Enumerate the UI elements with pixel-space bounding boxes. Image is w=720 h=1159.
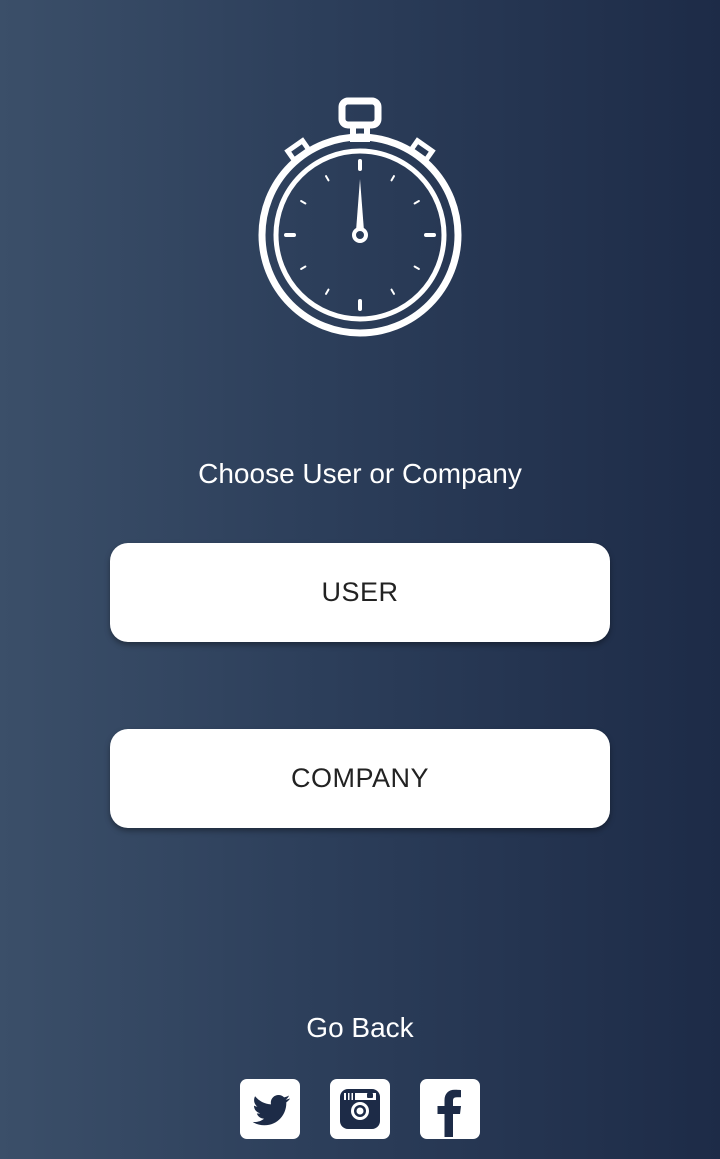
go-back-link[interactable]: Go Back (0, 1012, 720, 1044)
stopwatch-icon (255, 95, 465, 345)
company-button[interactable]: COMPANY (110, 729, 610, 828)
instagram-button[interactable] (330, 1079, 390, 1139)
twitter-icon (252, 1095, 291, 1126)
choose-prompt: Choose User or Company (198, 458, 522, 489)
user-button[interactable]: USER (110, 543, 610, 642)
twitter-button[interactable] (240, 1079, 300, 1139)
facebook-icon (437, 1089, 461, 1137)
facebook-button[interactable] (420, 1079, 480, 1139)
instagram-icon (340, 1089, 380, 1129)
